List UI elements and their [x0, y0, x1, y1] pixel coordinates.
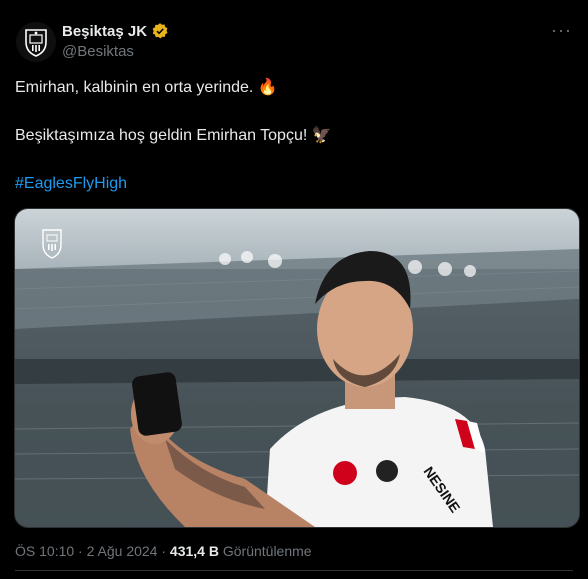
divider — [15, 570, 573, 571]
tweet-meta: ÖS 10:10 · 2 Ağu 2024 · 431,4 B Görüntül… — [15, 543, 312, 559]
media-illustration: NESINE — [15, 209, 579, 527]
tweet-line-gap — [15, 100, 571, 124]
tweet-text: Emirhan, kalbinin en orta yerinde. 🔥 Beş… — [15, 76, 571, 196]
tweet-time[interactable]: ÖS 10:10 — [15, 543, 74, 559]
meta-separator: · — [78, 543, 83, 559]
tweet-date[interactable]: 2 Ağu 2024 — [87, 543, 158, 559]
besiktas-crest-icon — [25, 29, 47, 57]
author-name-row[interactable]: Beşiktaş JK — [62, 22, 169, 40]
views-label: Görüntülenme — [222, 543, 312, 559]
views-count: 431,4 B — [169, 543, 219, 559]
author-handle[interactable]: @Besiktas — [62, 43, 134, 60]
meta-separator: · — [161, 543, 167, 559]
tweet-media-image[interactable]: NESINE — [14, 208, 580, 528]
verified-badge-icon — [152, 23, 168, 39]
author-display-name[interactable]: Beşiktaş JK — [62, 23, 147, 40]
more-options-icon[interactable]: ··· — [551, 20, 572, 41]
hashtag-link[interactable]: #EaglesFlyHigh — [15, 172, 571, 196]
avatar[interactable] — [16, 22, 56, 62]
tweet-line-gap — [15, 148, 571, 172]
tweet-line-1: Emirhan, kalbinin en orta yerinde. 🔥 — [15, 79, 278, 96]
tweet-line-2: Beşiktaşımıza hoş geldin Emirhan Topçu! … — [15, 127, 332, 144]
